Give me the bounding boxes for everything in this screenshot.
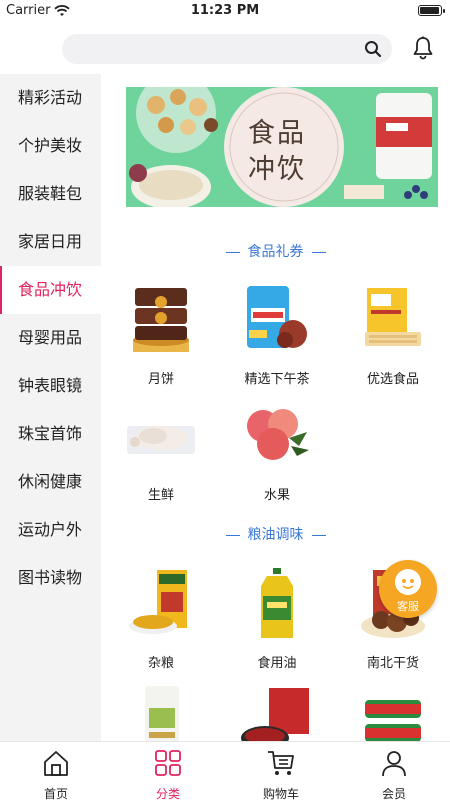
section-title-grain-oil: 粮油调味 <box>101 524 450 544</box>
tab-label: 首页 <box>43 787 68 800</box>
snack-bag-icon <box>247 286 307 348</box>
battery-icon <box>418 5 445 16</box>
grid-item-premium-food[interactable]: 优选食品 <box>335 282 450 392</box>
section-title-text: 粮油调味 <box>247 527 304 543</box>
grid-item-label: 月饼 <box>147 372 174 387</box>
search-icon[interactable] <box>364 40 382 58</box>
sidebar-item-jewelry[interactable]: 珠宝首饰 <box>0 410 101 458</box>
category-banner[interactable]: 食品 冲饮 <box>126 87 438 207</box>
grid-item-fresh[interactable]: 生鲜 <box>103 398 219 508</box>
grid-item-sauce[interactable] <box>219 682 335 741</box>
cart-icon <box>268 751 294 775</box>
grid-item-label: 生鲜 <box>147 488 174 503</box>
sidebar-item-apparel[interactable]: 服装鞋包 <box>0 170 101 218</box>
sidebar-item-books[interactable]: 图书读物 <box>0 554 101 602</box>
tab-member[interactable]: 会员 <box>338 746 450 800</box>
tab-category[interactable]: 分类 <box>112 746 224 800</box>
category-content: 食品 冲饮 食品礼券 月饼 精选下午茶 优选食品 生鲜 水果 粮油调味 杂粮 食… <box>101 74 450 741</box>
tab-label: 购物车 <box>262 787 299 800</box>
grid-item-afternoon-tea[interactable]: 精选下午茶 <box>219 282 335 392</box>
sidebar-item-food[interactable]: 食品冲饮 <box>0 266 101 314</box>
grid-item-label: 水果 <box>263 488 290 503</box>
home-icon <box>44 751 68 776</box>
search-input[interactable] <box>74 34 354 64</box>
section-title-text: 食品礼券 <box>247 244 304 260</box>
grid-item-mooncake[interactable]: 月饼 <box>103 282 219 392</box>
sauce-pack-icon <box>241 688 309 741</box>
grid-item-fruit[interactable]: 水果 <box>219 398 335 508</box>
rice-bag-icon <box>145 686 179 741</box>
section-title-gift-vouchers: 食品礼券 <box>101 241 450 261</box>
grid-item-label: 南北干货 <box>366 656 419 671</box>
category-icon <box>155 750 181 776</box>
bell-icon[interactable] <box>412 36 434 60</box>
fresh-meat-icon <box>127 426 195 454</box>
grid-item-canned[interactable] <box>335 682 450 741</box>
grid-item-label: 优选食品 <box>366 372 419 387</box>
search-bar[interactable] <box>62 34 392 64</box>
tab-label: 分类 <box>155 787 180 800</box>
tab-label: 会员 <box>381 787 406 800</box>
sidebar-item-health[interactable]: 休闲健康 <box>0 458 101 506</box>
sidebar-item-activities[interactable]: 精彩活动 <box>0 74 101 122</box>
oil-bottle-icon <box>261 568 293 638</box>
sidebar-item-home[interactable]: 家居日用 <box>0 218 101 266</box>
customer-service-button[interactable]: 客服 <box>379 560 437 618</box>
bottom-tabbar: 首页 分类 购物车 会员 <box>0 741 450 800</box>
grid-item-label: 杂粮 <box>147 656 174 671</box>
grid-item-grains[interactable]: 杂粮 <box>103 566 219 676</box>
banner-title-1: 食品 <box>248 118 306 149</box>
status-time: 11:23 PM <box>190 3 260 18</box>
banner-title-2: 冲饮 <box>248 154 306 185</box>
mooncake-icon <box>133 288 189 352</box>
status-bar: Carrier 11:23 PM <box>0 0 450 22</box>
tab-home[interactable]: 首页 <box>0 746 112 800</box>
sidebar-item-sports[interactable]: 运动户外 <box>0 506 101 554</box>
grid-item-rice[interactable] <box>103 682 219 741</box>
sidebar-item-baby[interactable]: 母婴用品 <box>0 314 101 362</box>
service-label: 客服 <box>397 600 419 613</box>
category-sidebar: 精彩活动 个护美妆 服装鞋包 家居日用 食品冲饮 母婴用品 钟表眼镜 珠宝首饰 … <box>0 74 101 741</box>
sidebar-item-watches[interactable]: 钟表眼镜 <box>0 362 101 410</box>
peach-icon <box>247 409 309 460</box>
grid-item-cooking-oil[interactable]: 食用油 <box>219 566 335 676</box>
sidebar-item-beauty[interactable]: 个护美妆 <box>0 122 101 170</box>
service-face-icon <box>395 569 421 595</box>
member-icon <box>382 751 406 777</box>
biscuit-box-icon <box>365 288 421 346</box>
grid-item-label: 精选下午茶 <box>244 372 310 387</box>
tab-cart[interactable]: 购物车 <box>225 746 337 800</box>
canned-fish-icon <box>365 700 421 741</box>
grid-item-label: 食用油 <box>257 656 297 671</box>
header <box>0 22 450 74</box>
grain-bag-icon <box>129 570 187 634</box>
